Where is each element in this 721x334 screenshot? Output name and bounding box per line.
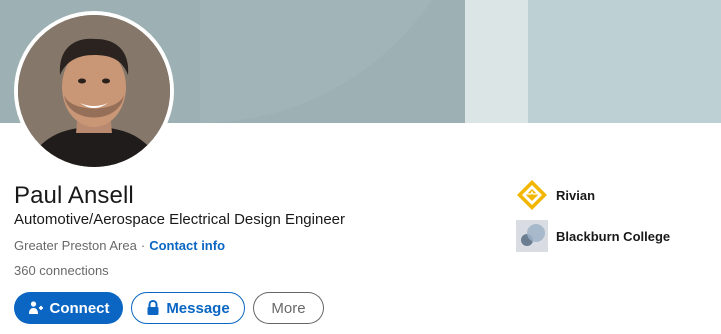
banner-shape-right [528,0,721,123]
profile-avatar[interactable] [14,11,174,171]
location-separator: · [140,238,146,253]
connect-button[interactable]: Connect [14,292,123,324]
lock-icon [146,300,160,316]
org-rivian[interactable]: Rivian [516,179,595,211]
more-button[interactable]: More [253,292,324,324]
rivian-logo-icon [516,179,548,211]
profile-card: Paul Ansell Automotive/Aerospace Electri… [0,0,721,334]
banner-shape-mid [465,0,528,123]
blackburn-college-logo-icon [516,220,548,252]
org-blackburn-college-name: Blackburn College [556,228,671,244]
profile-photo-illustration [18,15,170,167]
more-button-label: More [271,299,306,317]
message-button[interactable]: Message [131,292,245,324]
contact-info-link[interactable]: Contact info [149,238,225,253]
profile-name: Paul Ansell [14,182,134,209]
org-rivian-name: Rivian [556,187,596,203]
profile-location: Greater Preston Area [14,238,137,253]
org-blackburn-college[interactable]: Blackburn College [516,220,670,252]
profile-headline: Automotive/Aerospace Electrical Design E… [14,211,346,228]
profile-photo [18,15,170,167]
message-button-label: Message [166,299,230,317]
connections-count[interactable]: 360 connections [14,263,109,278]
add-person-icon [28,300,44,316]
location-row: Greater Preston Area · Contact info [14,238,225,253]
connect-button-label: Connect [49,299,110,317]
